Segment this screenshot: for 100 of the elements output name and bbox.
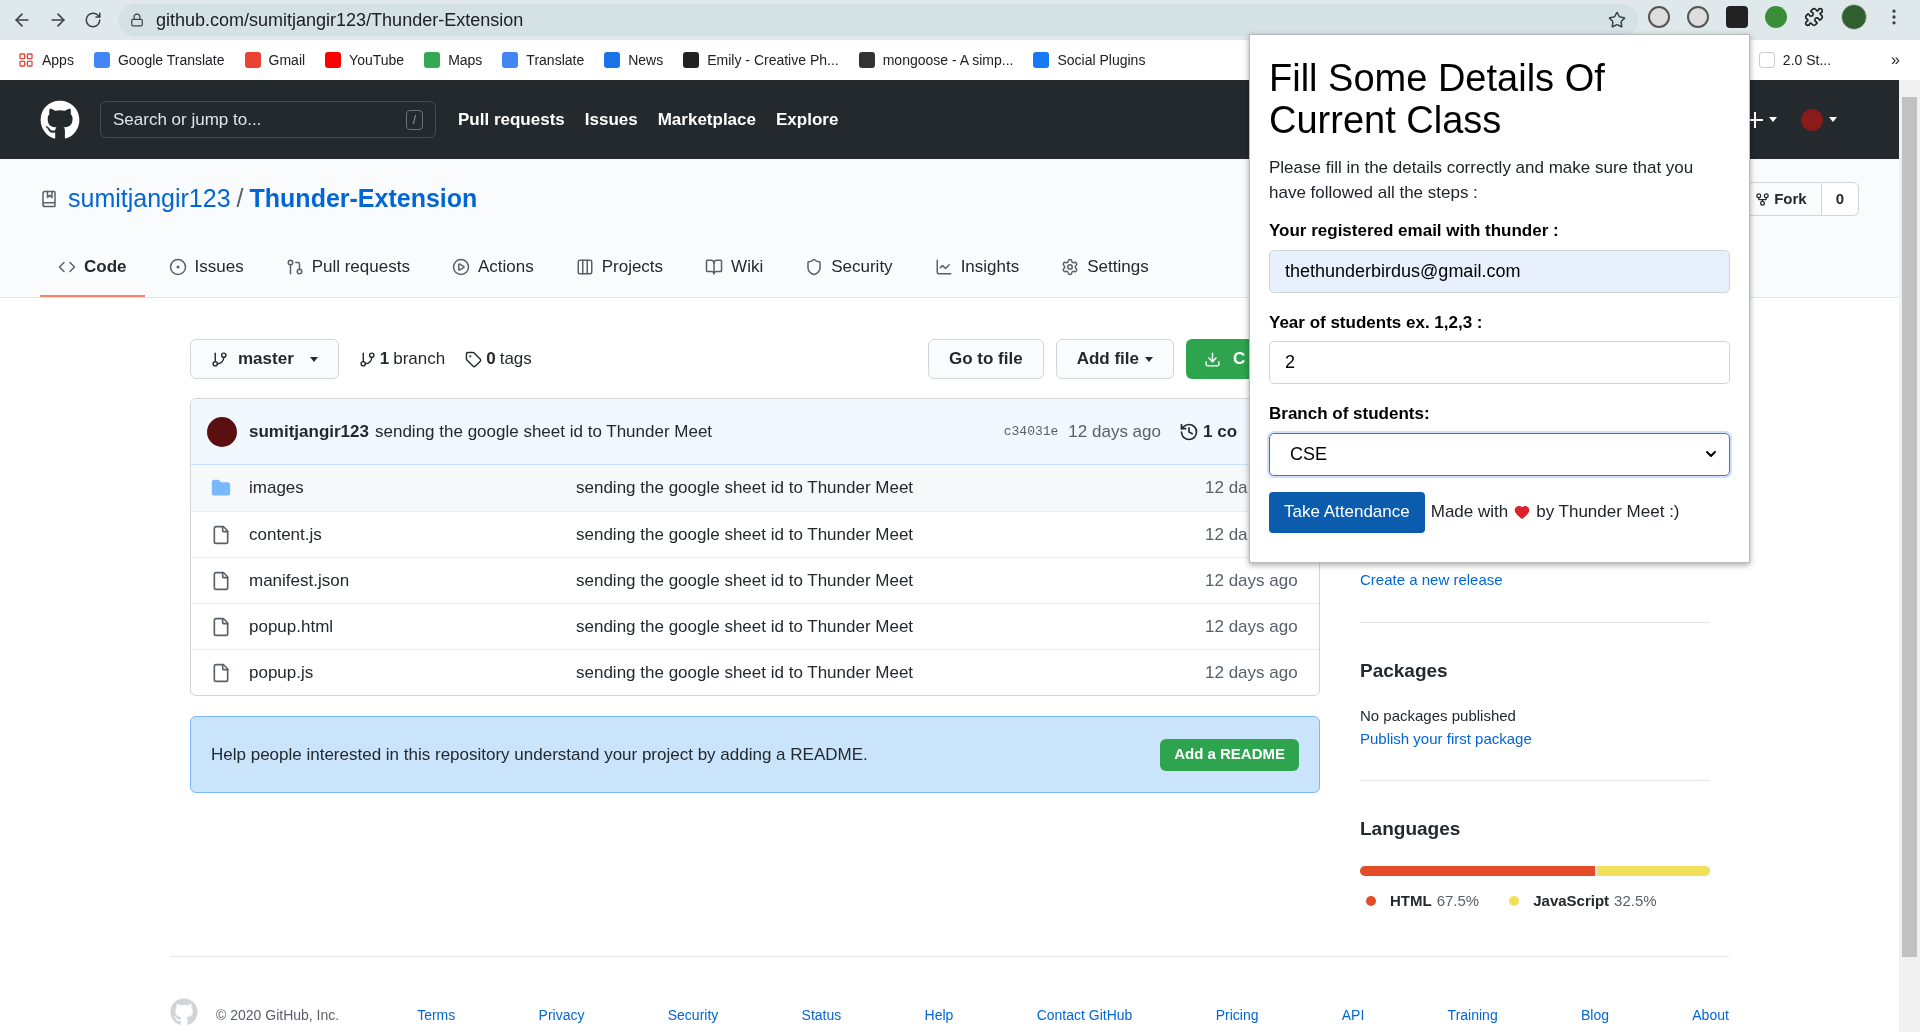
- file-icon: [211, 524, 231, 545]
- create-release-link[interactable]: Create a new release: [1360, 569, 1710, 592]
- bookmark-link[interactable]: mongoose - A simp...: [882, 49, 1014, 71]
- commit-author[interactable]: sumitjangir123: [249, 418, 369, 445]
- footer-link[interactable]: Blog: [1580, 1005, 1609, 1026]
- footer-link[interactable]: Status: [801, 1005, 842, 1026]
- add-file-button[interactable]: Add file: [1055, 339, 1174, 379]
- file-commit-message[interactable]: sending the google sheet id to Thunder Meet: [576, 567, 1090, 594]
- reload-icon[interactable]: [84, 11, 102, 29]
- bookmark-link[interactable]: Social Plugins: [1057, 49, 1146, 71]
- history-icon: [1179, 421, 1199, 442]
- file-name[interactable]: popup.js: [249, 659, 576, 686]
- branch-select-button[interactable]: master: [190, 339, 339, 379]
- caret-icon: [1145, 356, 1153, 362]
- branch-icon: [211, 350, 228, 368]
- branches-link[interactable]: 1 branch: [358, 346, 446, 372]
- search-field[interactable]: Search or jump to... /: [100, 101, 436, 138]
- commit-sha[interactable]: c34031e: [1003, 421, 1059, 442]
- repo-tab[interactable]: Issues: [150, 239, 262, 297]
- shortcut-key: /: [405, 109, 423, 130]
- repo-tab[interactable]: Security: [787, 239, 911, 297]
- fork-icon: [1755, 191, 1771, 207]
- file-time: 12 days ago: [1205, 615, 1299, 638]
- scrollbar[interactable]: [1899, 80, 1920, 1032]
- credit-text: Made with: [1430, 501, 1509, 524]
- search-placeholder: Search or jump to...: [113, 108, 262, 131]
- file-time: 12 days ago: [1205, 661, 1299, 684]
- user-menu-button[interactable]: [1801, 108, 1837, 131]
- commit-time: 12 days ago: [1068, 420, 1161, 443]
- nav-link[interactable]: Marketplace: [657, 106, 756, 133]
- puzzle-icon[interactable]: [1804, 7, 1824, 27]
- file-name[interactable]: content.js: [249, 521, 576, 548]
- new-menu-button[interactable]: [1747, 111, 1777, 128]
- file-commit-message[interactable]: sending the google sheet id to Thunder Meet: [576, 659, 1090, 686]
- nav-link[interactable]: Explore: [776, 106, 839, 133]
- footer-link[interactable]: Training: [1447, 1005, 1498, 1026]
- bookmark-link[interactable]: Gmail: [268, 49, 306, 71]
- publish-package-link[interactable]: Publish your first package: [1360, 727, 1710, 750]
- bookmark-link[interactable]: Google Translate: [117, 49, 225, 71]
- nav-link[interactable]: Issues: [584, 106, 638, 133]
- footer-link[interactable]: Pricing: [1215, 1005, 1259, 1026]
- languages-heading: Languages: [1360, 817, 1462, 841]
- path-separator: /: [236, 183, 244, 215]
- extension-icon[interactable]: [1726, 6, 1748, 28]
- bookmark-link[interactable]: Translate: [526, 49, 585, 71]
- footer-link[interactable]: About: [1692, 1005, 1729, 1026]
- footer-link[interactable]: Contact GitHub: [1036, 1005, 1133, 1026]
- settings-icon: [1061, 258, 1080, 276]
- fork-count[interactable]: 0: [1821, 182, 1859, 216]
- branch-icon: [358, 350, 376, 368]
- take-attendance-button[interactable]: Take Attendance: [1269, 491, 1425, 533]
- footer-link[interactable]: Security: [667, 1005, 719, 1026]
- branch-select[interactable]: CSE: [1269, 432, 1730, 476]
- bookmark-link[interactable]: News: [628, 49, 664, 71]
- repo-name-link[interactable]: Thunder-Extension: [249, 180, 478, 218]
- address-bar[interactable]: github.com/sumitjangir123/Thunder-Extension: [118, 4, 1638, 36]
- folder-icon: [211, 478, 231, 498]
- bookmark-link[interactable]: 2.0 St...: [1782, 49, 1832, 71]
- commit-message[interactable]: sending the google sheet id to Thunder Meet: [375, 418, 713, 445]
- bookmark-star-icon[interactable]: [1608, 11, 1626, 29]
- language-percent: 32.5%: [1614, 890, 1657, 911]
- file-name[interactable]: images: [249, 475, 576, 501]
- caret-icon: [309, 356, 318, 362]
- bookmark-link[interactable]: YouTube: [349, 49, 405, 71]
- credit-text: by Thunder Meet :): [1536, 501, 1680, 524]
- file-icon: [211, 616, 231, 637]
- bookmark-link[interactable]: Emily - Creative Ph...: [707, 49, 839, 71]
- nav-link[interactable]: Pull requests: [458, 106, 565, 133]
- file-commit-message[interactable]: sending the google sheet id to Thunder Meet: [576, 475, 1090, 501]
- bookmarks-overflow[interactable]: »: [1891, 48, 1900, 72]
- year-field[interactable]: 2: [1269, 341, 1730, 384]
- file-name[interactable]: popup.html: [249, 613, 576, 640]
- issue-icon: [168, 258, 187, 276]
- github-logo-icon[interactable]: [40, 99, 80, 140]
- file-commit-message[interactable]: sending the google sheet id to Thunder Meet: [576, 521, 1090, 548]
- file-name[interactable]: manifest.json: [249, 567, 576, 594]
- footer-link[interactable]: Help: [924, 1005, 954, 1026]
- go-to-file-button[interactable]: Go to file: [928, 339, 1044, 379]
- branch-label: Branch of students:: [1269, 403, 1431, 425]
- bookmark-link[interactable]: Apps: [42, 49, 74, 71]
- bookmark-link[interactable]: Maps: [448, 49, 483, 71]
- repo-tab[interactable]: Settings: [1043, 239, 1167, 297]
- repo-tab[interactable]: Pull requests: [267, 239, 428, 297]
- repo-tab[interactable]: Wiki: [687, 239, 782, 297]
- repo-tab[interactable]: Insights: [916, 239, 1038, 297]
- year-label: Year of students ex. 1,2,3 :: [1269, 311, 1484, 334]
- copyright-text: © 2020 GitHub, Inc.: [216, 1006, 340, 1025]
- columns-icon: [575, 258, 594, 276]
- repo-owner-link[interactable]: sumitjangir123: [68, 180, 231, 218]
- repo-tab[interactable]: Projects: [557, 239, 682, 297]
- file-icon: [211, 662, 231, 683]
- tags-link[interactable]: 0 tags: [465, 346, 532, 372]
- footer-link[interactable]: Privacy: [538, 1005, 585, 1026]
- footer-link[interactable]: Terms: [417, 1005, 456, 1026]
- footer-link[interactable]: API: [1341, 1005, 1365, 1026]
- caret-icon: [1829, 117, 1837, 122]
- repo-tab[interactable]: Code: [40, 239, 145, 297]
- file-commit-message[interactable]: sending the google sheet id to Thunder Meet: [576, 613, 1090, 640]
- repo-tab[interactable]: Actions: [433, 239, 552, 297]
- email-field[interactable]: thethunderbirdus@gmail.com: [1269, 249, 1730, 293]
